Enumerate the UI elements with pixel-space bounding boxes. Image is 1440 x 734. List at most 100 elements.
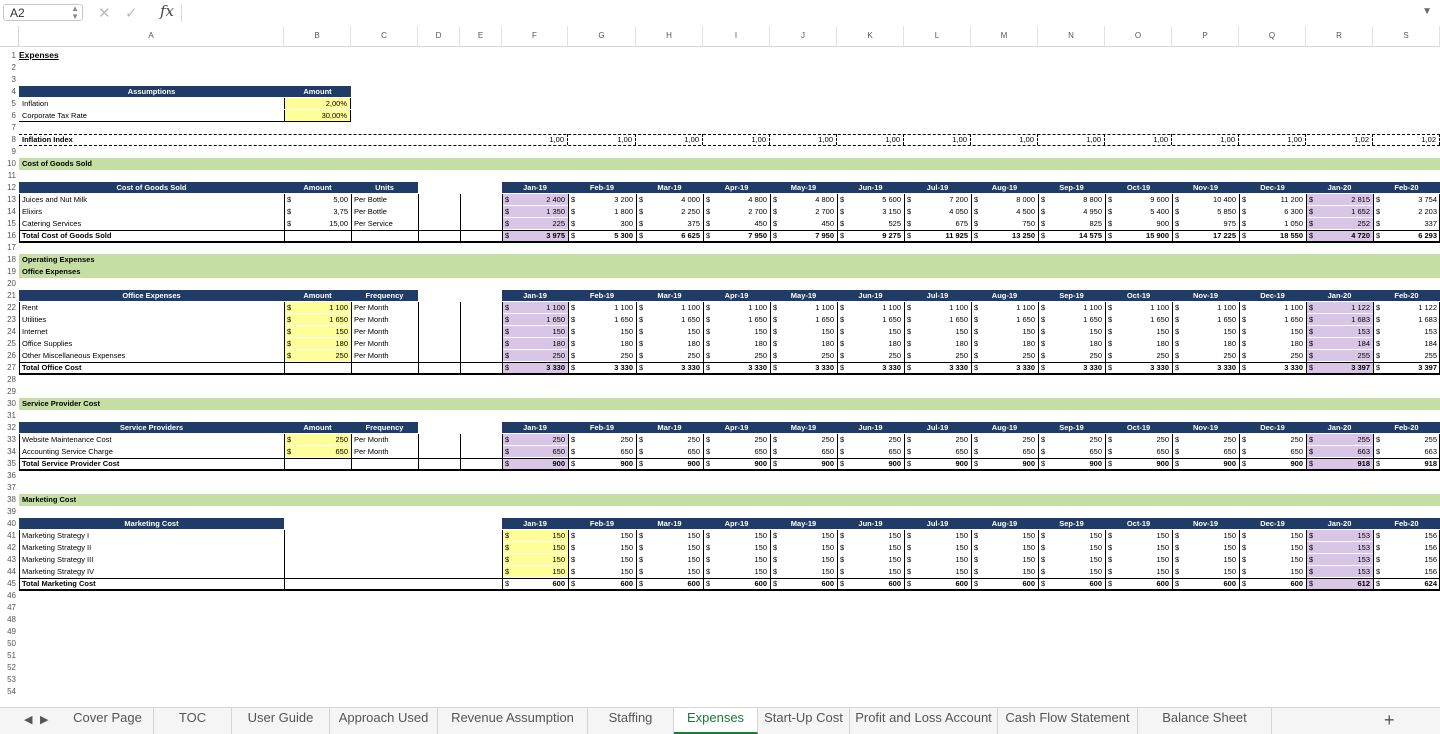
function-icon[interactable]: fx [160, 2, 174, 20]
row-header[interactable]: 49 [0, 626, 18, 638]
row-value[interactable]: 150 [636, 542, 703, 553]
assumption-value[interactable]: 2,00% [284, 98, 351, 109]
month-header-nov-19[interactable]: Nov-19 [1172, 290, 1239, 301]
total-value[interactable]: 900 [502, 458, 568, 469]
page-title[interactable]: Expenses [19, 50, 284, 61]
row-header[interactable]: 4 [0, 86, 18, 98]
inflation-index-value[interactable]: 1,00 [1172, 134, 1239, 145]
row-value[interactable]: 180 [703, 338, 770, 349]
tab-approach-used[interactable]: Approach Used [330, 708, 438, 734]
row-value[interactable]: 150 [904, 530, 971, 541]
column-header-h[interactable]: H [636, 26, 703, 46]
row-value[interactable]: 150 [502, 554, 568, 565]
row-value[interactable]: 250 [703, 350, 770, 361]
row-amount[interactable]: 1 100 [284, 302, 351, 313]
month-header-sep-19[interactable]: Sep-19 [1038, 422, 1105, 433]
row-value[interactable]: 8 800 [1038, 194, 1105, 205]
row-value[interactable]: 150 [703, 566, 770, 577]
total-value[interactable]: 900 [1239, 458, 1306, 469]
row-value[interactable]: 150 [971, 566, 1038, 577]
row-amount[interactable]: 150 [284, 326, 351, 337]
row-value[interactable]: 153 [1306, 530, 1373, 541]
row-header[interactable]: 52 [0, 662, 18, 674]
row-value[interactable]: 250 [770, 350, 837, 361]
row-header[interactable]: 16 [0, 230, 18, 242]
row-value[interactable]: 150 [568, 554, 636, 565]
section-marketing-title[interactable]: Marketing Cost [19, 494, 460, 505]
total-value[interactable]: 600 [1239, 578, 1306, 589]
row-header[interactable]: 11 [0, 170, 18, 182]
row-value[interactable]: 1 650 [1038, 314, 1105, 325]
row-value[interactable]: 150 [1038, 554, 1105, 565]
row-header[interactable]: 51 [0, 650, 18, 662]
total-value[interactable]: 900 [636, 458, 703, 469]
row-freq[interactable]: Per Month [351, 446, 418, 457]
row-value[interactable]: 663 [1373, 446, 1440, 457]
row-value[interactable]: 1 650 [971, 314, 1038, 325]
row-value[interactable]: 1 050 [1239, 218, 1306, 229]
total-value[interactable]: 918 [1373, 458, 1440, 469]
month-header-dec-19[interactable]: Dec-19 [1239, 518, 1306, 529]
row-header[interactable]: 50 [0, 638, 18, 650]
total-value[interactable]: 3 330 [703, 362, 770, 373]
month-header-mar-19[interactable]: Mar-19 [636, 290, 703, 301]
tab-staffing[interactable]: Staffing [588, 708, 674, 734]
row-value[interactable]: 2 400 [502, 194, 568, 205]
row-value[interactable]: 150 [568, 326, 636, 337]
accept-icon[interactable]: ✓ [125, 4, 138, 22]
row-value[interactable]: 150 [1239, 566, 1306, 577]
row-header[interactable]: 19 [0, 266, 18, 278]
month-header-nov-19[interactable]: Nov-19 [1172, 518, 1239, 529]
section-office-title[interactable]: Office Expenses [19, 266, 460, 277]
month-header-feb-19[interactable]: Feb-19 [568, 518, 636, 529]
row-value[interactable]: 150 [971, 326, 1038, 337]
month-header-jan-20[interactable]: Jan-20 [1306, 422, 1373, 433]
row-value[interactable]: 1 650 [703, 314, 770, 325]
row-value[interactable]: 255 [1306, 350, 1373, 361]
column-header-l[interactable]: L [904, 26, 971, 46]
row-value[interactable]: 2 203 [1373, 206, 1440, 217]
row-value[interactable]: 650 [568, 446, 636, 457]
row-value[interactable]: 1 100 [837, 302, 904, 313]
total-value[interactable]: 3 330 [1105, 362, 1172, 373]
total-value[interactable]: 7 950 [703, 230, 770, 241]
row-value[interactable]: 180 [502, 338, 568, 349]
row-value[interactable]: 663 [1306, 446, 1373, 457]
row-label[interactable]: Other Miscellaneous Expenses [19, 350, 284, 361]
office-header[interactable]: Office Expenses [19, 290, 284, 301]
row-value[interactable]: 150 [636, 530, 703, 541]
row-header[interactable]: 43 [0, 554, 18, 566]
row-header[interactable]: 9 [0, 146, 18, 158]
month-header-oct-19[interactable]: Oct-19 [1105, 182, 1172, 193]
row-value[interactable]: 184 [1373, 338, 1440, 349]
total-value[interactable]: 600 [1172, 578, 1239, 589]
row-header[interactable]: 39 [0, 506, 18, 518]
row-value[interactable]: 180 [971, 338, 1038, 349]
row-value[interactable]: 1 122 [1373, 302, 1440, 313]
row-value[interactable]: 153 [1306, 554, 1373, 565]
row-value[interactable]: 150 [904, 554, 971, 565]
row-value[interactable]: 450 [703, 218, 770, 229]
service-amount-header[interactable]: Amount [284, 422, 351, 433]
row-value[interactable]: 250 [904, 350, 971, 361]
row-value[interactable]: 525 [837, 218, 904, 229]
row-value[interactable]: 4 050 [904, 206, 971, 217]
row-value[interactable]: 900 [1105, 218, 1172, 229]
total-value[interactable]: 3 330 [568, 362, 636, 373]
total-value[interactable]: 624 [1373, 578, 1440, 589]
column-header-c[interactable]: C [351, 26, 418, 46]
month-header-jul-19[interactable]: Jul-19 [904, 182, 971, 193]
total-label[interactable]: Total Marketing Cost [19, 578, 284, 589]
month-header-sep-19[interactable]: Sep-19 [1038, 290, 1105, 301]
tab-scroll-left-icon[interactable]: ◀ [24, 713, 32, 726]
row-value[interactable]: 150 [904, 542, 971, 553]
row-value[interactable]: 150 [703, 326, 770, 337]
row-value[interactable]: 150 [568, 566, 636, 577]
row-value[interactable]: 9 600 [1105, 194, 1172, 205]
row-value[interactable]: 1 100 [770, 302, 837, 313]
total-value[interactable]: 600 [1105, 578, 1172, 589]
column-header-n[interactable]: N [1038, 26, 1105, 46]
month-header-jan-19[interactable]: Jan-19 [502, 290, 568, 301]
row-value[interactable]: 10 400 [1172, 194, 1239, 205]
tab-user-guide[interactable]: User Guide [232, 708, 330, 734]
